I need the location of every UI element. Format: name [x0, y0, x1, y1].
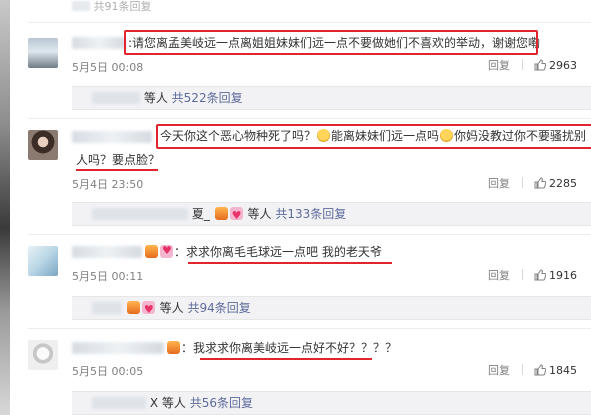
thumbs-up-icon: [534, 269, 546, 281]
avatar[interactable]: [28, 246, 58, 276]
replier-names-blurred[interactable]: [92, 397, 146, 409]
badge-icon: [214, 207, 228, 220]
comment-date: 5月5日 00:05: [72, 365, 144, 378]
like-count: 1845: [549, 364, 577, 377]
username-blurred[interactable]: [72, 246, 142, 258]
divider: [28, 22, 591, 23]
badge-icon: [167, 341, 180, 354]
badge-icon: [145, 245, 158, 258]
heart-emoji-icon: [160, 243, 173, 259]
comment-date: 5月4日 23:50: [72, 178, 144, 191]
annotation-underline: [188, 262, 392, 264]
like-count: 2963: [549, 59, 577, 72]
comment-text: ：求求你离毛毛球远一点吧 我的老天爷: [144, 243, 382, 260]
like-button[interactable]: 2285: [534, 177, 577, 190]
comment-actions: 回复 2963: [488, 57, 577, 73]
action-separator: [521, 269, 523, 280]
divider: [28, 234, 591, 235]
replier-names-blurred[interactable]: [92, 302, 122, 314]
comment-text-line-2: 人吗？要点脸？: [76, 153, 161, 167]
reply-button[interactable]: 回复: [488, 269, 510, 282]
like-button[interactable]: 1916: [534, 269, 577, 282]
reply-summary-row: 等人 共94条回复: [72, 296, 591, 321]
comment-feed: 共91条回复 :请您离孟美岐远一点离姐姐妹妹们远一点不要做她们不喜欢的举动，谢谢…: [10, 0, 591, 415]
comment-date: 5月5日 00:08: [72, 61, 144, 74]
heart-emoji-icon: [141, 299, 155, 321]
annotation-box: [124, 30, 538, 55]
view-replies-link[interactable]: 共133条回复: [275, 207, 346, 221]
thumbs-up-icon: [534, 59, 546, 71]
view-replies-link[interactable]: 共56条回复: [190, 396, 253, 410]
like-count: 2285: [549, 177, 577, 190]
divider: [28, 328, 591, 329]
annotation-underline: [76, 169, 158, 171]
reply-button[interactable]: 回复: [488, 177, 510, 190]
username-blurred[interactable]: [72, 37, 126, 49]
comment-actions: 回复 2285: [488, 175, 577, 191]
avatar[interactable]: [28, 38, 58, 68]
view-replies-link[interactable]: 共94条回复: [188, 301, 251, 315]
replier-names-blurred[interactable]: [92, 208, 188, 220]
replier-names-blurred[interactable]: [92, 92, 140, 104]
comment-date: 5月5日 00:11: [72, 270, 144, 283]
thumbs-up-icon: [534, 364, 546, 376]
badge-icon: [126, 301, 140, 314]
avatar[interactable]: [28, 340, 58, 370]
action-separator: [521, 364, 523, 375]
action-separator: [521, 177, 523, 188]
reply-summary-row: 等人 共522条回复: [72, 86, 591, 110]
reply-button[interactable]: 回复: [488, 364, 510, 377]
thumbs-up-icon: [534, 177, 546, 189]
like-button[interactable]: 1845: [534, 364, 577, 377]
reply-summary-row: 夏_ 等人 共133条回复: [72, 202, 591, 227]
comment-text: ：我求求你离美岐远一点好不好？？？？: [166, 340, 397, 356]
action-separator: [521, 59, 523, 70]
avatar[interactable]: [28, 130, 58, 160]
background-photo-edge: [0, 0, 10, 415]
username-blurred[interactable]: [72, 342, 164, 354]
previous-reply-count[interactable]: 共91条回复: [72, 0, 152, 14]
username-blurred[interactable]: [72, 131, 152, 143]
reply-button[interactable]: 回复: [488, 59, 510, 72]
reply-summary-row: X 等人 共56条回复: [72, 391, 591, 415]
divider: [28, 118, 591, 119]
annotation-box: [156, 124, 591, 149]
comment-actions: 回复 1916: [488, 267, 577, 283]
comment-actions: 回复 1845: [488, 362, 577, 378]
like-count: 1916: [549, 269, 577, 282]
like-button[interactable]: 2963: [534, 59, 577, 72]
heart-emoji-icon: [229, 205, 243, 227]
annotation-underline: [200, 358, 372, 360]
view-replies-link[interactable]: 共522条回复: [172, 91, 243, 105]
